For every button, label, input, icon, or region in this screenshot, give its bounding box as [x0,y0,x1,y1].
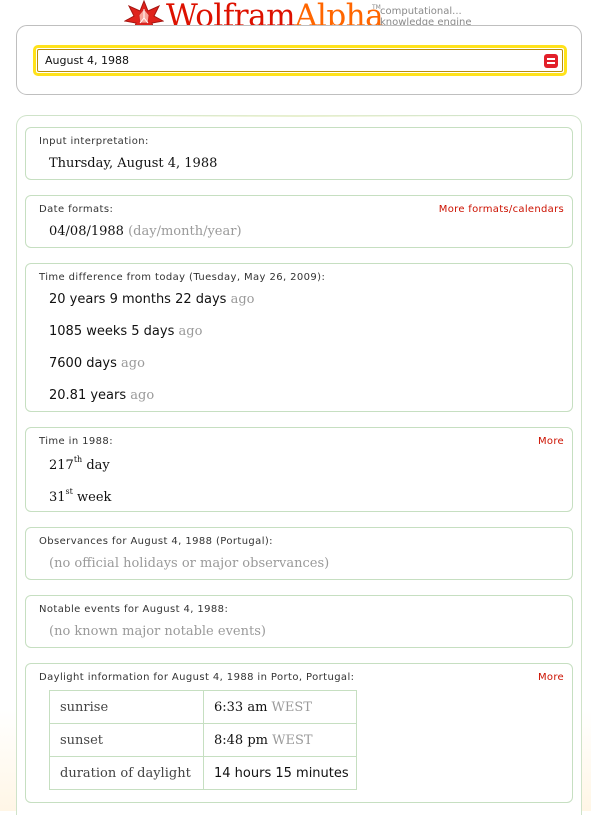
table-row: duration of daylight 14 hours 15 minutes [49,756,357,790]
time-difference-row: 7600 days ago [49,356,145,371]
daylight-value: 14 hours 15 minutes [214,765,349,781]
table-row: sunrise 6:33 am WEST [49,690,357,724]
week-of-year-ordinal: st [65,487,73,496]
search-input[interactable] [37,49,563,72]
pod-daylight-information: Daylight information for August 4, 1988 … [25,663,573,803]
date-format-line: 04/08/1988 (day/month/year) [49,224,242,239]
time-difference-suffix: ago [121,356,145,371]
daylight-value-cell: 14 hours 15 minutes [203,756,357,790]
search-panel [16,25,582,95]
pod-time-in-1988: Time in 1988: More 217th day 31st week [25,427,573,512]
time-difference-value: 20 years 9 months 22 days [49,292,227,307]
time-difference-value: 20.81 years [49,388,127,403]
pod-title: Date formats: [39,204,114,215]
time-difference-row: 20 years 9 months 22 days ago [49,292,255,307]
time-difference-row: 1085 weeks 5 days ago [49,324,202,339]
day-of-year-ordinal: th [73,455,83,464]
daylight-value-cell: 6:33 am WEST [203,690,357,724]
daylight-unit: WEST [271,699,312,715]
search-input-frame [33,45,567,76]
daylight-label: sunset [49,723,204,757]
date-format-note: (day/month/year) [128,224,242,239]
observances-value: (no official holidays or major observanc… [49,556,330,571]
input-interpretation-value: Thursday, August 4, 1988 [49,156,218,171]
time-difference-value: 1085 weeks 5 days [49,324,175,339]
more-link[interactable]: More [538,672,564,683]
daylight-value: 6:33 am [214,699,268,715]
time-difference-suffix: ago [178,324,203,339]
day-of-year-number: 217 [49,458,74,473]
notable-events-value: (no known major notable events) [49,624,266,639]
day-of-year-unit: day [86,458,110,473]
date-format-value: 04/08/1988 [49,224,124,239]
day-of-year-line: 217th day [49,455,110,473]
daylight-label: duration of daylight [49,756,204,790]
pod-title: Input interpretation: [39,136,149,147]
pod-title: Time in 1988: [39,436,113,447]
daylight-label: sunrise [49,690,204,724]
pod-title: Notable events for August 4, 1988: [39,604,229,615]
pod-title: Daylight information for August 4, 1988 … [39,672,355,683]
pod-date-formats: Date formats: More formats/calendars 04/… [25,195,573,248]
week-of-year-line: 31st week [49,487,111,505]
pod-title: Time difference from today (Tuesday, May… [39,272,326,283]
clear-icon[interactable] [544,54,558,68]
week-of-year-number: 31 [49,490,66,505]
pod-notable-events: Notable events for August 4, 1988: (no k… [25,595,573,648]
time-difference-row: 20.81 years ago [49,388,154,403]
pod-time-difference: Time difference from today (Tuesday, May… [25,263,573,412]
daylight-value-cell: 8:48 pm WEST [203,723,357,757]
pod-input-interpretation: Input interpretation: Thursday, August 4… [25,127,573,180]
time-difference-suffix: ago [130,388,155,403]
week-of-year-unit: week [77,490,112,505]
time-difference-value: 7600 days [49,356,117,371]
pod-title: Observances for August 4, 1988 (Portugal… [39,536,273,547]
daylight-value: 8:48 pm [214,732,268,748]
logo-tagline-line-1: computational... [380,6,462,17]
time-difference-suffix: ago [230,292,255,307]
more-formats-calendars-link[interactable]: More formats/calendars [439,204,564,215]
pod-observances: Observances for August 4, 1988 (Portugal… [25,527,573,580]
daylight-unit: WEST [272,732,313,748]
daylight-table: sunrise 6:33 am WEST sunset 8:48 pm WEST… [49,690,357,790]
more-link[interactable]: More [538,436,564,447]
table-row: sunset 8:48 pm WEST [49,723,357,757]
